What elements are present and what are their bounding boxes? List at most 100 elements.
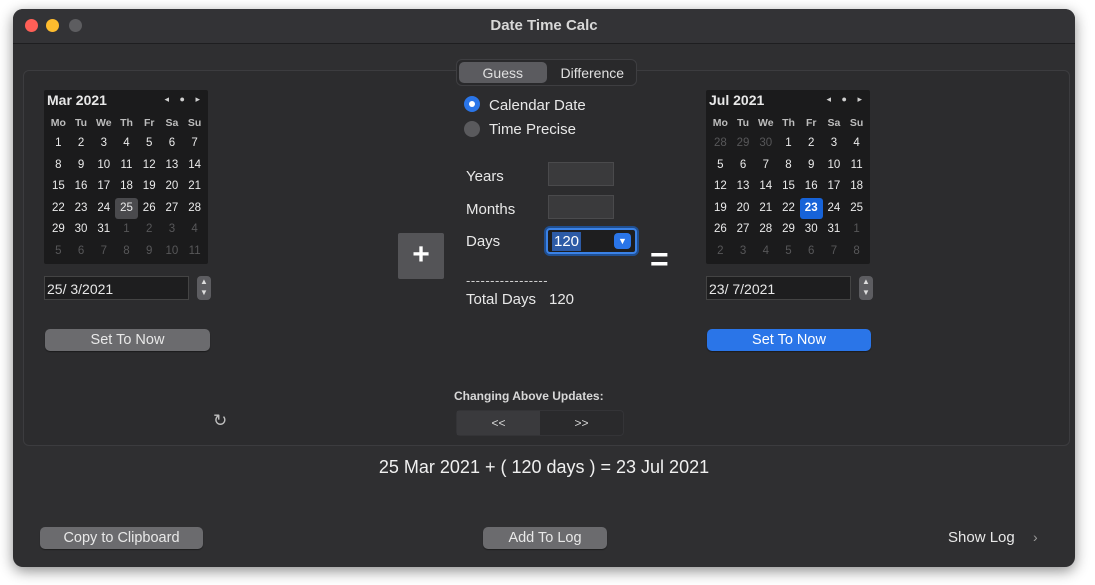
show-log-button[interactable]: Show Log bbox=[948, 529, 1015, 546]
end-date-stepper[interactable]: ▲ ▼ bbox=[859, 276, 873, 300]
end-day-cell[interactable]: 13 bbox=[732, 176, 755, 198]
start-day-cell[interactable]: 14 bbox=[183, 155, 206, 177]
start-day-cell[interactable]: 11 bbox=[115, 155, 138, 177]
end-day-cell[interactable]: 7 bbox=[823, 241, 846, 263]
start-set-now-button[interactable]: Set To Now bbox=[45, 329, 210, 351]
end-day-cell[interactable]: 3 bbox=[732, 241, 755, 263]
start-day-cell[interactable]: 5 bbox=[138, 133, 161, 155]
start-day-cell[interactable]: 10 bbox=[161, 241, 184, 263]
end-day-cell[interactable]: 4 bbox=[845, 133, 868, 155]
start-day-cell[interactable]: 1 bbox=[115, 219, 138, 241]
start-day-cell[interactable]: 9 bbox=[138, 241, 161, 263]
end-day-cell[interactable]: 8 bbox=[777, 155, 800, 177]
end-day-cell[interactable]: 15 bbox=[777, 176, 800, 198]
start-day-cell[interactable]: 1 bbox=[47, 133, 70, 155]
chevron-down-icon[interactable]: ▼ bbox=[614, 233, 631, 249]
start-day-cell[interactable]: 21 bbox=[183, 176, 206, 198]
start-day-cell[interactable]: 3 bbox=[92, 133, 115, 155]
end-day-cell[interactable]: 28 bbox=[754, 219, 777, 241]
start-day-cell[interactable]: 10 bbox=[92, 155, 115, 177]
start-day-cell[interactable]: 2 bbox=[70, 133, 93, 155]
end-day-cell[interactable]: 31 bbox=[823, 219, 846, 241]
end-day-cell[interactable]: 6 bbox=[800, 241, 823, 263]
days-combobox[interactable]: 120 ▼ bbox=[546, 228, 637, 254]
start-day-cell[interactable]: 3 bbox=[161, 219, 184, 241]
end-day-cell[interactable]: 1 bbox=[845, 219, 868, 241]
end-day-cell[interactable]: 19 bbox=[709, 198, 732, 220]
end-day-cell[interactable]: 20 bbox=[732, 198, 755, 220]
end-day-cell[interactable]: 23 bbox=[799, 197, 823, 219]
end-day-cell[interactable]: 6 bbox=[732, 155, 755, 177]
update-right-button[interactable]: >> bbox=[540, 411, 623, 435]
start-day-cell[interactable]: 26 bbox=[138, 198, 161, 220]
start-day-cell[interactable]: 8 bbox=[115, 241, 138, 263]
start-day-cell[interactable]: 4 bbox=[115, 133, 138, 155]
end-day-cell[interactable]: 29 bbox=[777, 219, 800, 241]
title-bar[interactable]: Date Time Calc bbox=[13, 9, 1075, 44]
end-day-cell[interactable]: 14 bbox=[754, 176, 777, 198]
tab-difference[interactable]: Difference bbox=[549, 60, 637, 85]
copy-to-clipboard-button[interactable]: Copy to Clipboard bbox=[40, 527, 203, 549]
start-day-cell[interactable]: 29 bbox=[47, 219, 70, 241]
end-day-cell[interactable]: 25 bbox=[845, 198, 868, 220]
end-day-cell[interactable]: 4 bbox=[754, 241, 777, 263]
end-day-cell[interactable]: 12 bbox=[709, 176, 732, 198]
add-to-log-button[interactable]: Add To Log bbox=[483, 527, 607, 549]
start-day-cell[interactable]: 2 bbox=[138, 219, 161, 241]
reset-icon[interactable]: ↻ bbox=[213, 411, 227, 431]
start-day-cell[interactable]: 22 bbox=[47, 198, 70, 220]
start-date-stepper[interactable]: ▲ ▼ bbox=[197, 276, 211, 300]
start-day-cell[interactable]: 19 bbox=[138, 176, 161, 198]
start-day-cell[interactable]: 17 bbox=[92, 176, 115, 198]
start-day-cell[interactable]: 24 bbox=[92, 198, 115, 220]
end-day-cell[interactable]: 11 bbox=[845, 155, 868, 177]
end-day-cell[interactable]: 27 bbox=[732, 219, 755, 241]
start-day-cell[interactable]: 16 bbox=[70, 176, 93, 198]
end-day-cell[interactable]: 17 bbox=[823, 176, 846, 198]
start-day-cell[interactable]: 9 bbox=[70, 155, 93, 177]
start-day-cell[interactable]: 7 bbox=[183, 133, 206, 155]
months-field[interactable] bbox=[548, 195, 614, 219]
end-day-cell[interactable]: 29 bbox=[732, 133, 755, 155]
end-day-cell[interactable]: 10 bbox=[823, 155, 846, 177]
end-day-cell[interactable]: 21 bbox=[754, 198, 777, 220]
start-day-cell[interactable]: 30 bbox=[70, 219, 93, 241]
start-day-cell[interactable]: 6 bbox=[70, 241, 93, 263]
end-day-cell[interactable]: 3 bbox=[823, 133, 846, 155]
end-day-cell[interactable]: 18 bbox=[845, 176, 868, 198]
calendar-date-radio[interactable] bbox=[464, 96, 480, 112]
end-day-cell[interactable]: 24 bbox=[823, 198, 846, 220]
end-day-cell[interactable]: 1 bbox=[777, 133, 800, 155]
start-day-cell[interactable]: 7 bbox=[92, 241, 115, 263]
start-day-cell[interactable]: 31 bbox=[92, 219, 115, 241]
start-day-cell[interactable]: 27 bbox=[161, 198, 184, 220]
start-day-cell[interactable]: 12 bbox=[138, 155, 161, 177]
start-day-cell[interactable]: 23 bbox=[70, 198, 93, 220]
start-date-field[interactable]: 25/ 3/2021 bbox=[44, 276, 189, 300]
end-day-cell[interactable]: 28 bbox=[709, 133, 732, 155]
end-day-cell[interactable]: 9 bbox=[800, 155, 823, 177]
update-left-button[interactable]: << bbox=[457, 411, 540, 435]
end-day-cell[interactable]: 26 bbox=[709, 219, 732, 241]
years-field[interactable] bbox=[548, 162, 614, 186]
start-day-cell[interactable]: 11 bbox=[183, 241, 206, 263]
end-day-cell[interactable]: 2 bbox=[800, 133, 823, 155]
end-day-cell[interactable]: 8 bbox=[845, 241, 868, 263]
start-day-cell[interactable]: 8 bbox=[47, 155, 70, 177]
start-day-cell[interactable]: 18 bbox=[115, 176, 138, 198]
tab-guess[interactable]: Guess bbox=[459, 62, 547, 83]
end-day-cell[interactable]: 5 bbox=[777, 241, 800, 263]
start-day-cell[interactable]: 5 bbox=[47, 241, 70, 263]
plus-operator-button[interactable]: + bbox=[398, 233, 444, 279]
start-day-cell[interactable]: 13 bbox=[161, 155, 184, 177]
end-day-cell[interactable]: 30 bbox=[754, 133, 777, 155]
start-day-cell[interactable]: 15 bbox=[47, 176, 70, 198]
end-day-cell[interactable]: 7 bbox=[754, 155, 777, 177]
end-day-cell[interactable]: 30 bbox=[800, 219, 823, 241]
start-day-cell[interactable]: 4 bbox=[183, 219, 206, 241]
end-day-cell[interactable]: 2 bbox=[709, 241, 732, 263]
start-day-cell[interactable]: 28 bbox=[183, 198, 206, 220]
chevron-right-icon[interactable]: › bbox=[1033, 529, 1038, 545]
end-date-field[interactable]: 23/ 7/2021 bbox=[706, 276, 851, 300]
start-month-nav-icon[interactable]: ◂ ● ▸ bbox=[165, 94, 204, 105]
